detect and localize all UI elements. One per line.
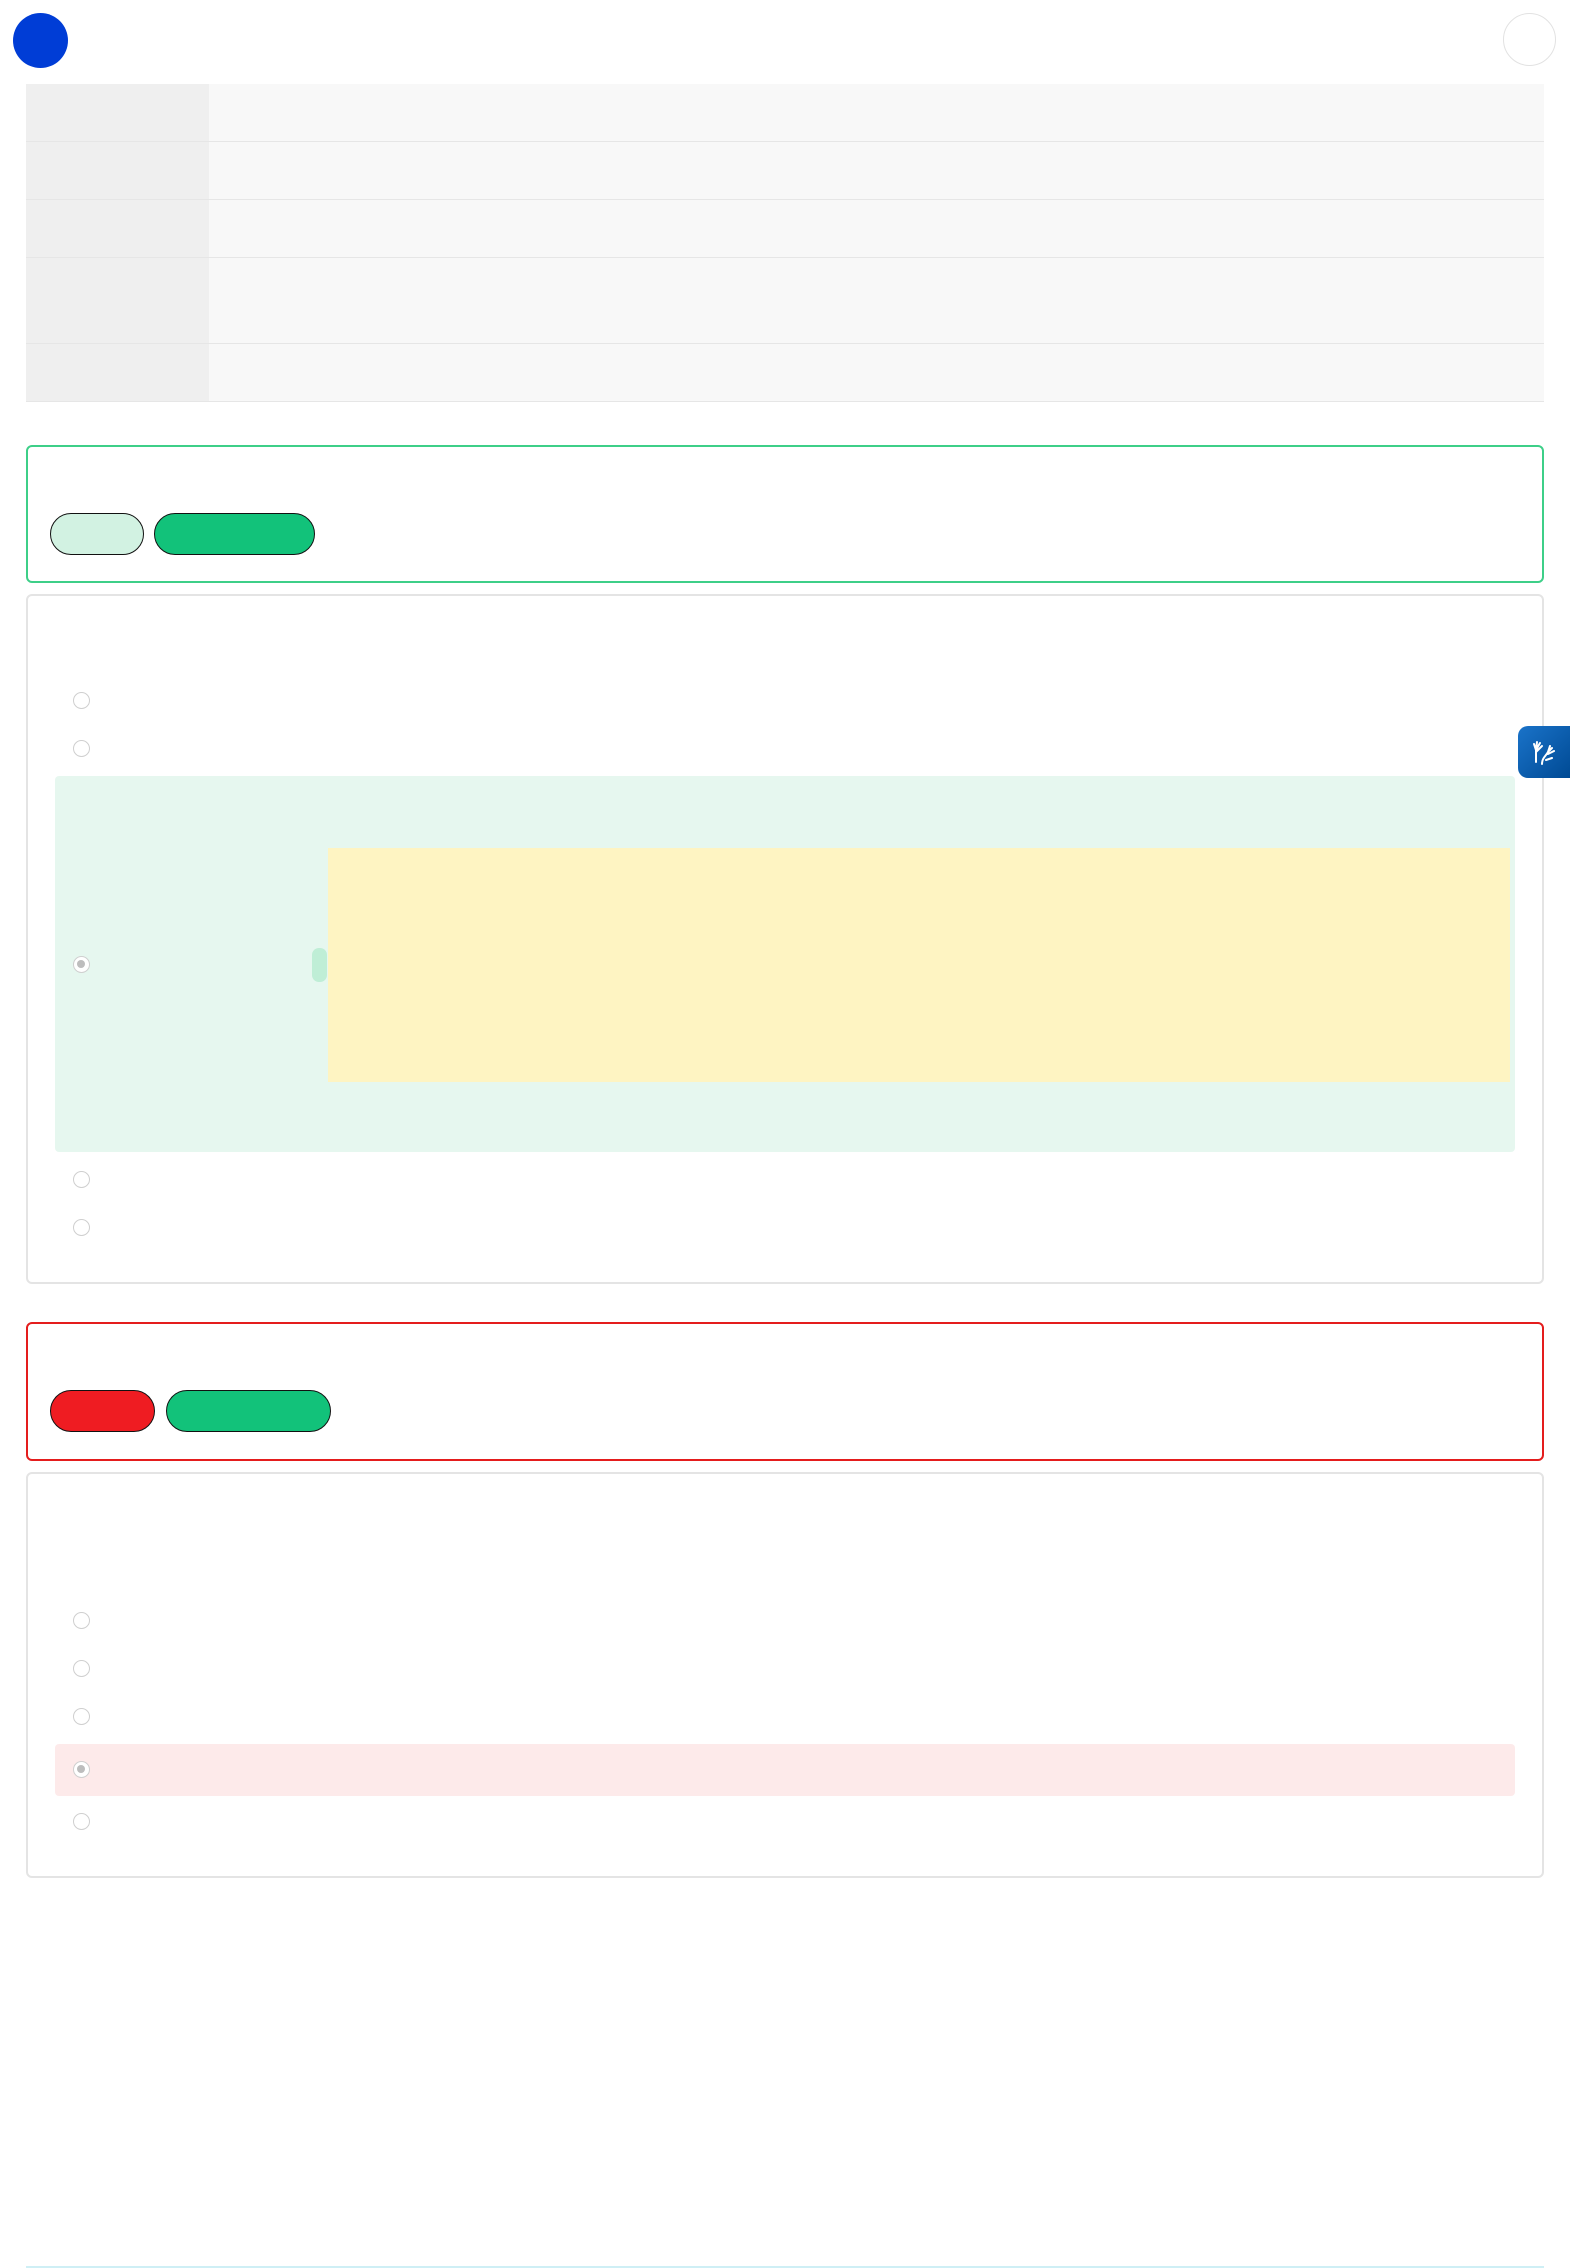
summary-label — [26, 142, 209, 199]
answer-radio[interactable] — [73, 1171, 90, 1188]
points-badge — [166, 1390, 331, 1432]
summary-label — [26, 84, 209, 141]
accessibility-button[interactable] — [1518, 726, 1570, 778]
summary-value — [209, 344, 1544, 401]
answer-radio-selected[interactable] — [73, 1761, 90, 1778]
answer-radio[interactable] — [73, 1813, 90, 1830]
summary-label — [26, 200, 209, 257]
summary-row — [26, 142, 1544, 200]
answer-radio[interactable] — [73, 1660, 90, 1677]
answer-option-label — [100, 1169, 1500, 1189]
summary-value — [209, 258, 1544, 343]
quiz-summary-table — [26, 84, 1544, 402]
question-text — [55, 1500, 1515, 1530]
explanation-box — [328, 848, 1510, 1082]
answer-radio[interactable] — [73, 1219, 90, 1236]
answer-option-label — [100, 1811, 1500, 1831]
question-text — [55, 620, 1515, 650]
summary-value — [209, 200, 1544, 257]
answer-option-label — [100, 1658, 1500, 1678]
answer-option-label — [100, 1217, 1500, 1237]
answer-option-label — [100, 1759, 1500, 1779]
answer-option-label — [100, 954, 300, 974]
answer-radio-selected[interactable] — [73, 956, 90, 973]
answer-radio[interactable] — [73, 1708, 90, 1725]
status-badge — [50, 513, 144, 555]
answer-option-label — [100, 1706, 1500, 1726]
sign-language-hands-icon — [1533, 741, 1555, 765]
summary-row — [26, 258, 1544, 344]
answer-radio[interactable] — [73, 740, 90, 757]
close-button[interactable] — [1503, 13, 1556, 66]
answer-option-label — [100, 1610, 1500, 1630]
summary-label — [26, 344, 209, 401]
answer-radio[interactable] — [73, 1612, 90, 1629]
summary-value — [209, 142, 1544, 199]
summary-row — [26, 200, 1544, 258]
summary-row — [26, 344, 1544, 402]
status-badge — [50, 1390, 155, 1432]
explanation-marker — [312, 948, 327, 982]
summary-row — [26, 84, 1544, 142]
answer-radio[interactable] — [73, 692, 90, 709]
summary-label — [26, 258, 209, 343]
points-badge — [154, 513, 315, 555]
answer-option-label — [100, 690, 1500, 710]
user-avatar[interactable] — [13, 13, 68, 68]
answer-option-label — [100, 738, 1500, 758]
summary-value — [209, 84, 1544, 141]
